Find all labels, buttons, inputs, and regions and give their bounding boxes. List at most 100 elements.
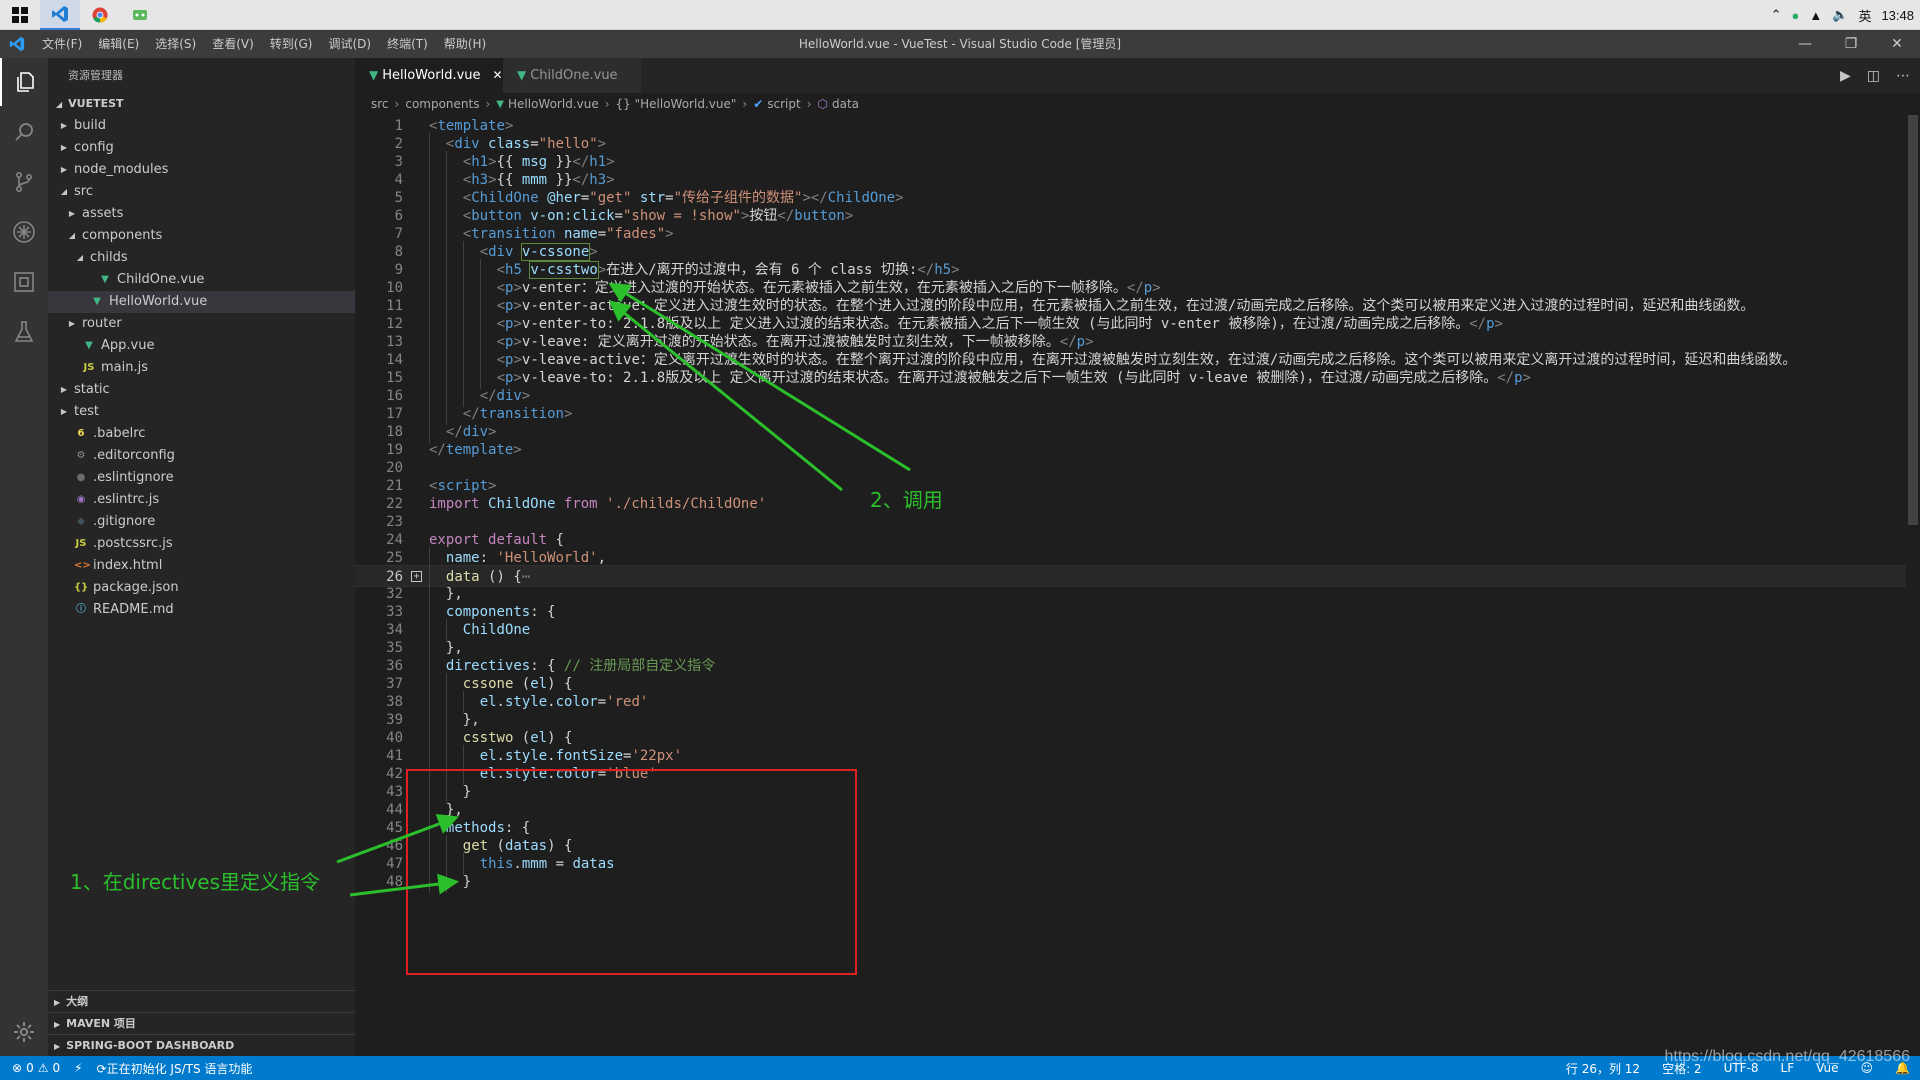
cursor-position[interactable]: 行 26，列 12 [1566, 1060, 1640, 1077]
code-token: </ [429, 442, 446, 458]
breadcrumb-module[interactable]: {} "HelloWorld.vue" [616, 97, 737, 111]
spring-boot-panel[interactable]: ▶ SPRING-BOOT DASHBOARD [48, 1034, 355, 1056]
code-token: v-enter-to: 2.1.8版及以上 定义进入过渡的结束状态。在元素被插入… [521, 316, 1470, 332]
menu-go[interactable]: 转到(G) [262, 30, 321, 58]
chrome-taskbar-icon[interactable] [80, 0, 120, 30]
task-status[interactable]: ⟳正在初始化 JS/TS 语言功能 [97, 1060, 253, 1077]
menu-edit[interactable]: 编辑(E) [90, 30, 147, 58]
test-flask-icon[interactable] [0, 308, 48, 356]
code-token: ) { [547, 676, 573, 692]
tree-item[interactable]: ◢ src [48, 181, 355, 203]
tree-item[interactable]: 6 .babelrc [48, 423, 355, 445]
tree-item[interactable]: ▶ config [48, 137, 355, 159]
app-taskbar-icon[interactable] [120, 0, 160, 30]
tree-item[interactable]: ◢ childs [48, 247, 355, 269]
tree-item[interactable]: JS .postcssrc.js [48, 533, 355, 555]
extensions-icon[interactable] [0, 258, 48, 306]
windows-start-icon[interactable] [0, 0, 40, 30]
split-editor-icon[interactable]: ◫ [1867, 68, 1880, 84]
code-token: msg [521, 154, 548, 170]
fold-expand-icon[interactable]: + [411, 571, 422, 582]
tree-item[interactable]: ▶ static [48, 379, 355, 401]
menu-help[interactable]: 帮助(H) [436, 30, 494, 58]
explorer-icon[interactable] [0, 58, 48, 106]
chevron-up-icon[interactable]: ⌃ [1771, 7, 1782, 23]
volume-icon[interactable]: 🔈 [1832, 7, 1848, 23]
vue-file-icon: ▼ [369, 68, 379, 82]
tree-item[interactable]: ● .eslintignore [48, 467, 355, 489]
tab-childone[interactable]: ▼ ChildOne.vue [503, 58, 641, 93]
tree-item[interactable]: ▶ node_modules [48, 159, 355, 181]
breadcrumb-components[interactable]: components [405, 97, 479, 111]
vscode-taskbar-icon[interactable] [40, 0, 80, 30]
code-token: h5 [505, 262, 522, 278]
code-token: ) { [547, 838, 573, 854]
tree-item[interactable]: ◆ .gitignore [48, 511, 355, 533]
menu-terminal[interactable]: 终端(T) [379, 30, 436, 58]
breadcrumb-src[interactable]: src [371, 97, 389, 111]
vue-file-icon: ▼ [496, 98, 504, 110]
chevron-right-icon: ▶ [54, 1042, 61, 1051]
code-token: </ [479, 388, 497, 404]
indent-guide [445, 871, 447, 893]
breadcrumb-data[interactable]: data [832, 97, 859, 111]
network-icon[interactable]: ▲ [1809, 8, 1822, 23]
tab-helloworld[interactable]: ▼ HelloWorld.vue ✕ [355, 58, 503, 93]
tree-item[interactable]: ⚙ .editorconfig [48, 445, 355, 467]
code-token: v-csstwo [529, 261, 599, 279]
circle-file-icon: ● [76, 472, 86, 483]
code-token: > [951, 262, 960, 278]
chevron-right-icon: ▶ [60, 121, 68, 130]
menu-file[interactable]: 文件(F) [34, 30, 90, 58]
tree-item[interactable]: ▶ test [48, 401, 355, 423]
chevron-right-icon: ▶ [54, 998, 61, 1007]
more-actions-icon[interactable]: ⋯ [1896, 68, 1910, 84]
debug-icon[interactable] [0, 208, 48, 256]
code-token: </ [1059, 334, 1077, 350]
tree-item[interactable]: ▶ assets [48, 203, 355, 225]
tree-item[interactable]: ⓘ README.md [48, 599, 355, 621]
restore-icon[interactable]: ❐ [1828, 30, 1874, 58]
outline-panel[interactable]: ▶ 大纲 [48, 990, 355, 1012]
search-icon[interactable] [0, 108, 48, 156]
warning-count: 0 [52, 1061, 61, 1075]
tree-item[interactable]: <> index.html [48, 555, 355, 577]
tree-item[interactable]: ◉ .eslintrc.js [48, 489, 355, 511]
chevron-right-icon: › [394, 97, 400, 111]
source-control-icon[interactable] [0, 158, 48, 206]
code-line[interactable]: 48} [355, 871, 1920, 893]
tree-item[interactable]: ▶ build [48, 115, 355, 137]
language-indicator[interactable]: 英 [1858, 6, 1871, 25]
run-play-icon[interactable]: ▶ [1840, 68, 1851, 84]
maven-panel[interactable]: ▶ MAVEN 项目 [48, 1012, 355, 1034]
tree-item[interactable]: JS main.js [48, 357, 355, 379]
clock[interactable]: 13:48 [1881, 8, 1914, 23]
breadcrumb-script[interactable]: script [767, 97, 800, 111]
tree-item[interactable]: {} package.json [48, 577, 355, 599]
close-icon[interactable]: ✕ [493, 58, 503, 93]
menu-view[interactable]: 查看(V) [204, 30, 262, 58]
workspace-folder[interactable]: ◢ VUETEST [48, 93, 355, 115]
settings-gear-icon[interactable] [0, 1008, 48, 1056]
menu-selection[interactable]: 选择(S) [147, 30, 204, 58]
tree-item[interactable]: ▼ App.vue [48, 335, 355, 357]
menu-debug[interactable]: 调试(D) [320, 30, 379, 58]
tree-item[interactable]: ▼ ChildOne.vue [48, 269, 355, 291]
problems-indicator[interactable]: ⊗ 0 ⚠ 0 [12, 1061, 60, 1075]
code-editor[interactable]: 1 <template> 2 <div class="hello"> 3 <h1>{{ m… [355, 115, 1920, 1056]
editor-scrollbar[interactable] [1906, 115, 1920, 1056]
breadcrumb-file[interactable]: HelloWorld.vue [508, 97, 599, 111]
tree-item[interactable]: ▼ HelloWorld.vue [48, 291, 355, 313]
lightning-icon[interactable]: ⚡ [74, 1061, 82, 1075]
wechat-tray-icon[interactable]: ● [1792, 8, 1800, 23]
tree-item[interactable]: ◢ components [48, 225, 355, 247]
minimize-icon[interactable]: — [1782, 30, 1828, 58]
explorer-sidebar: 资源管理器 ◢ VUETEST ▶ build ▶ config ▶ node_module… [48, 58, 355, 1056]
code-token: . [547, 694, 556, 710]
close-icon[interactable]: ✕ [1874, 30, 1920, 58]
scrollbar-thumb[interactable] [1908, 115, 1918, 525]
tree-item[interactable]: ▶ router [48, 313, 355, 335]
